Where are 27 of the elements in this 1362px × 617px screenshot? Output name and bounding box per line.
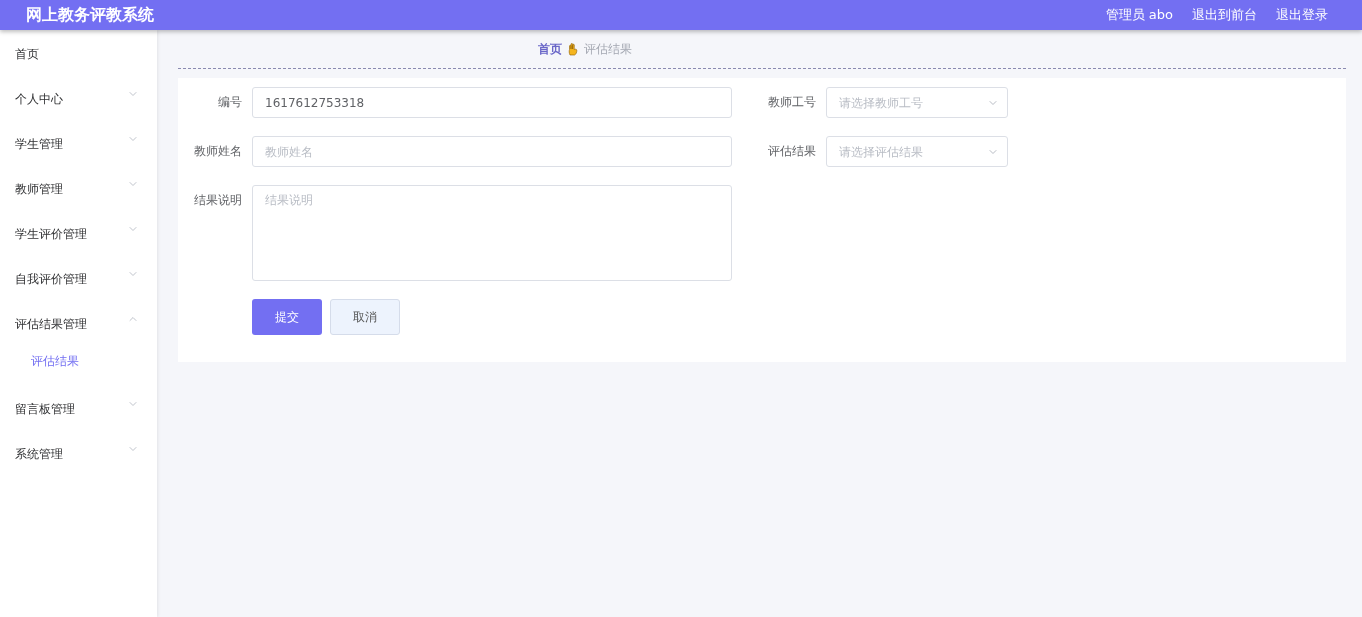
app-title: 网上教务评教系统 xyxy=(26,4,154,26)
cancel-button[interactable]: 取消 xyxy=(330,299,400,335)
field-label: 教师工号 xyxy=(767,94,817,111)
sidebar-item[interactable]: 教师管理 xyxy=(0,172,157,217)
submit-button[interactable]: 提交 xyxy=(252,299,322,335)
input-field[interactable]: 教师姓名 xyxy=(252,136,732,167)
field-label: 教师姓名 xyxy=(193,143,243,160)
sidebar-item[interactable]: 评估结果管理 xyxy=(0,307,157,352)
sidebar-item[interactable]: 学生评价管理 xyxy=(0,217,157,262)
textarea-field[interactable]: 结果说明 xyxy=(252,185,732,281)
header-link[interactable]: 退出到前台 xyxy=(1192,5,1257,25)
sidebar-item[interactable]: 首页 xyxy=(0,37,157,82)
sidebar-item[interactable]: 自我评价管理 xyxy=(0,262,157,307)
field-label: 结果说明 xyxy=(193,192,243,209)
breadcrumb-item[interactable]: 首页 xyxy=(538,40,562,58)
input-field[interactable]: 1617612753318 xyxy=(252,87,732,118)
user-label: 管理员 abo xyxy=(1105,6,1173,25)
sidebar-item[interactable]: 留言板管理 xyxy=(0,392,157,437)
sidebar-item[interactable]: 学生管理 xyxy=(0,127,157,172)
sidebar-subitem[interactable]: 评估结果 xyxy=(0,352,157,392)
hand-icon xyxy=(568,42,578,56)
header-link[interactable]: 退出登录 xyxy=(1276,5,1328,25)
sidebar-item[interactable]: 系统管理 xyxy=(0,437,157,482)
field-label: 编号 xyxy=(217,94,243,111)
field-label: 评估结果 xyxy=(767,143,817,160)
sidebar-item[interactable]: 个人中心 xyxy=(0,82,157,127)
breadcrumb-item: 评估结果 xyxy=(584,41,632,58)
